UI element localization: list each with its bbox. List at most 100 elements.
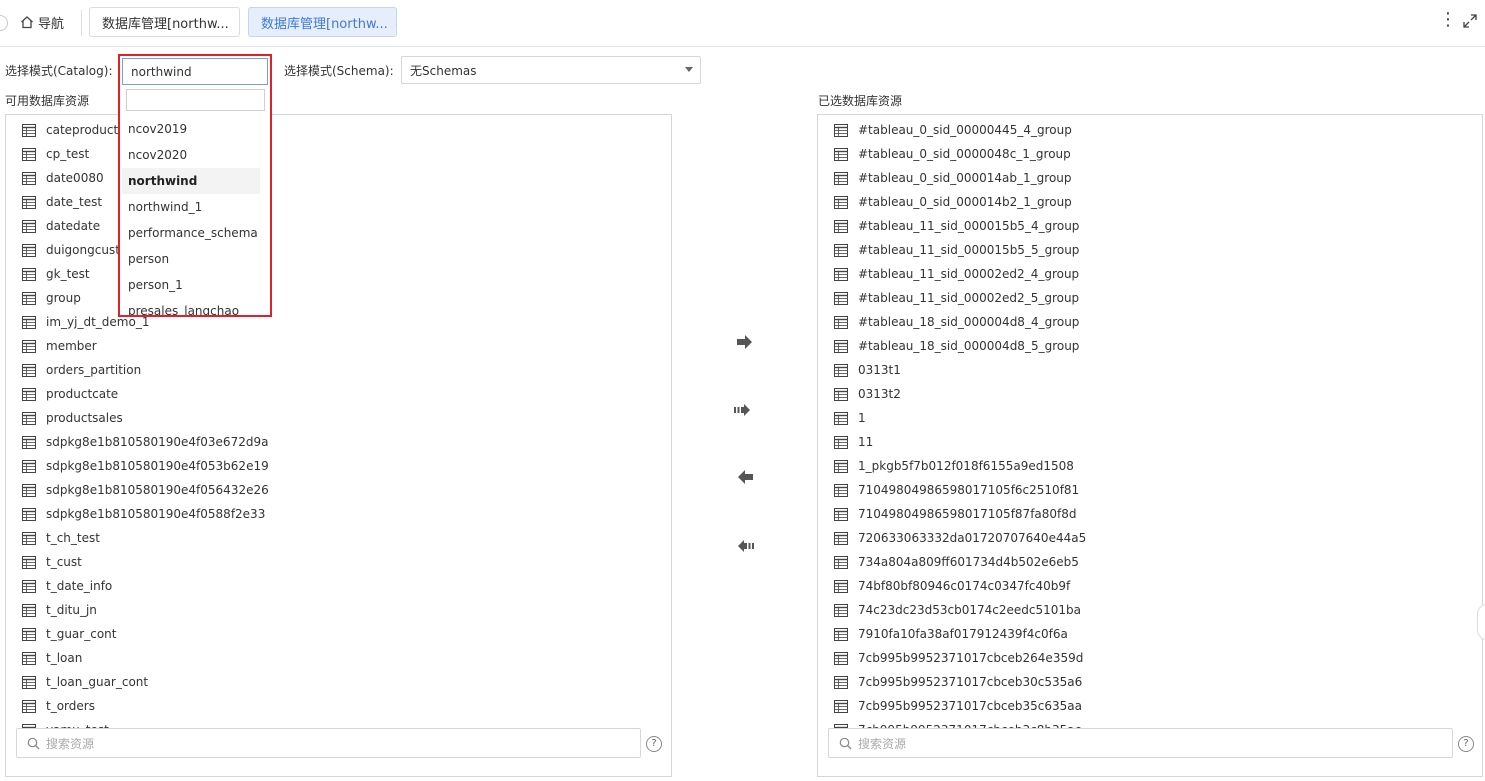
table-row[interactable]: t_guar_cont (6, 622, 671, 646)
tab-label: 数据库管理[northw... (261, 16, 388, 32)
close-icon[interactable]: × (394, 14, 396, 30)
table-row[interactable]: #tableau_18_sid_000004d8_4_group (818, 310, 1482, 334)
table-row[interactable]: #tableau_11_sid_000015b5_4_group (818, 214, 1482, 238)
top-bar: 导航 数据库管理[northw... 数据库管理[northw... × ⋮ (0, 0, 1485, 47)
table-name: t_ch_test (46, 531, 100, 545)
table-row[interactable]: t_orders (6, 694, 671, 718)
table-icon (834, 219, 848, 233)
table-row[interactable]: #tableau_11_sid_00002ed2_4_group (818, 262, 1482, 286)
available-search-input[interactable]: 搜索资源 (16, 728, 641, 758)
table-row[interactable]: 734a804a809ff601734d4b502e6eb5 (818, 550, 1482, 574)
table-icon (22, 483, 36, 497)
table-row[interactable]: 720633063332da01720707640e44a5 (818, 526, 1482, 550)
table-row[interactable]: #tableau_11_sid_00002ed2_5_group (818, 286, 1482, 310)
available-title: 可用数据库资源 (5, 94, 90, 108)
divider (81, 10, 82, 36)
table-row[interactable]: #tableau_0_sid_000014ab_1_group (818, 166, 1482, 190)
table-row[interactable]: 74c23dc23d53cb0174c2eedc5101ba (818, 598, 1482, 622)
catalog-option[interactable]: ncov2019 (122, 116, 268, 142)
table-row[interactable]: t_date_info (6, 574, 671, 598)
catalog-option[interactable]: performance_schema (122, 220, 268, 246)
table-row[interactable]: 0313t1 (818, 358, 1482, 382)
move-all-right-icon[interactable] (733, 402, 753, 418)
catalog-select-open[interactable]: northwind (122, 58, 268, 85)
table-row[interactable]: #tableau_0_sid_0000048c_1_group (818, 142, 1482, 166)
move-right-icon[interactable] (735, 334, 755, 350)
move-left-icon[interactable] (735, 469, 755, 485)
table-row[interactable]: #tableau_11_sid_000015b5_5_group (818, 238, 1482, 262)
more-icon[interactable]: ⋮ (1439, 11, 1457, 31)
table-icon (834, 699, 848, 713)
table-icon (22, 363, 36, 377)
table-row[interactable]: datedate (6, 214, 671, 238)
table-row[interactable]: sdpkg8e1b810580190e4f053b62e19 (6, 454, 671, 478)
table-name: sdpkg8e1b810580190e4f053b62e19 (46, 459, 269, 473)
schema-select[interactable]: 无Schemas (401, 56, 701, 84)
table-row[interactable]: date_test (6, 190, 671, 214)
catalog-search-input[interactable] (126, 89, 265, 111)
back-circle-icon[interactable] (0, 15, 8, 31)
table-row[interactable]: sdpkg8e1b810580190e4f03e672d9a (6, 430, 671, 454)
table-row[interactable]: #tableau_0_sid_00000445_4_group (818, 118, 1482, 142)
expand-icon[interactable] (1462, 13, 1478, 29)
catalog-option[interactable]: presales_langchao (122, 298, 268, 315)
table-name: #tableau_11_sid_00002ed2_4_group (858, 267, 1080, 281)
table-row[interactable]: t_ch_test (6, 526, 671, 550)
catalog-option-selected[interactable]: northwind (122, 168, 260, 194)
table-row[interactable]: t_cust (6, 550, 671, 574)
table-row[interactable]: orders_partition (6, 358, 671, 382)
table-row[interactable]: 7cb995b9952371017cbceb35c635aa (818, 694, 1482, 718)
table-row[interactable]: productsales (6, 406, 671, 430)
help-icon[interactable]: ? (1458, 736, 1474, 752)
catalog-option[interactable]: person (122, 246, 268, 272)
tab-db-manage-1[interactable]: 数据库管理[northw... (89, 7, 240, 37)
table-row[interactable]: gk_test (6, 262, 671, 286)
table-row[interactable]: sdpkg8e1b810580190e4f056432e26 (6, 478, 671, 502)
table-icon (22, 243, 36, 257)
table-row[interactable]: 71049804986598017105f87fa80f8d (818, 502, 1482, 526)
move-all-left-icon[interactable] (735, 538, 755, 554)
home-icon (21, 16, 33, 29)
table-row[interactable]: 0313t2 (818, 382, 1482, 406)
table-name: productsales (46, 411, 123, 425)
table-row[interactable]: t_loan_guar_cont (6, 670, 671, 694)
table-row[interactable]: productcate (6, 382, 671, 406)
selected-search-input[interactable]: 搜索资源 (828, 728, 1453, 758)
catalog-option[interactable]: ncov2020 (122, 142, 268, 168)
table-icon (834, 243, 848, 257)
table-row[interactable]: duigongcusto (6, 238, 671, 262)
table-row[interactable]: member (6, 334, 671, 358)
table-icon (22, 531, 36, 545)
catalog-option[interactable]: person_1 (122, 272, 268, 298)
table-row[interactable]: 11 (818, 430, 1482, 454)
table-row[interactable]: #tableau_0_sid_000014b2_1_group (818, 190, 1482, 214)
table-row[interactable]: 74bf80bf80946c0174c0347fc40b9f (818, 574, 1482, 598)
table-row[interactable]: 1 (818, 406, 1482, 430)
table-row[interactable]: 71049804986598017105f6c2510f81 (818, 478, 1482, 502)
table-row[interactable]: im_yj_dt_demo_1 (6, 310, 671, 334)
catalog-option[interactable]: northwind_1 (122, 194, 268, 220)
table-row[interactable]: cateproduct (6, 118, 671, 142)
table-row[interactable]: t_loan (6, 646, 671, 670)
table-name: orders_partition (46, 363, 142, 377)
table-icon (22, 651, 36, 665)
tab-db-manage-active[interactable]: 数据库管理[northw... × (248, 7, 397, 37)
table-row[interactable]: cp_test (6, 142, 671, 166)
side-handle[interactable] (1477, 604, 1485, 640)
table-name: #tableau_18_sid_000004d8_5_group (858, 339, 1080, 353)
table-row[interactable]: t_ditu_jn (6, 598, 671, 622)
table-row[interactable]: 7cb995b9952371017cbceb264e359d (818, 646, 1482, 670)
table-row[interactable]: sdpkg8e1b810580190e4f0588f2e33 (6, 502, 671, 526)
table-row[interactable]: 7cb995b9952371017cbceb30c535a6 (818, 670, 1482, 694)
help-icon[interactable]: ? (646, 736, 662, 752)
catalog-options: ncov2019 ncov2020 northwind northwind_1 … (122, 116, 268, 315)
table-row[interactable]: 1_pkgb5f7b012f018f6155a9ed1508 (818, 454, 1482, 478)
table-row[interactable]: date0080 (6, 166, 671, 190)
table-name: datedate (46, 219, 101, 233)
table-name: t_cust (46, 555, 82, 569)
nav-button[interactable]: 导航 (16, 8, 78, 36)
table-row[interactable]: 7910fa10fa38af017912439f4c0f6a (818, 622, 1482, 646)
table-row[interactable]: group (6, 286, 671, 310)
table-icon (22, 411, 36, 425)
table-row[interactable]: #tableau_18_sid_000004d8_5_group (818, 334, 1482, 358)
